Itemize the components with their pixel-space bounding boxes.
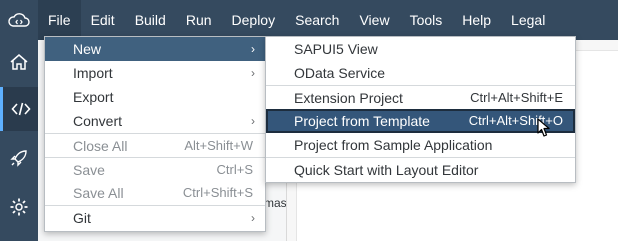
new-quick-start-label: Quick Start with Layout Editor xyxy=(294,162,479,178)
menu-legal[interactable]: Legal xyxy=(501,0,555,40)
new-sapui5-view[interactable]: SAPUI5 View xyxy=(266,37,575,61)
workspace-item-label: mas xyxy=(264,196,287,210)
file-menu-close-all[interactable]: Close All Alt+Shift+W xyxy=(45,133,265,157)
chevron-right-icon: › xyxy=(251,211,255,225)
new-project-from-sample[interactable]: Project from Sample Application xyxy=(266,133,575,157)
chevron-right-icon: › xyxy=(251,42,255,56)
new-project-from-template[interactable]: Project from Template Ctrl+Alt+Shift+O xyxy=(266,109,575,133)
file-menu-export[interactable]: Export xyxy=(45,85,265,109)
file-menu-save-label: Save xyxy=(73,162,105,178)
chevron-right-icon: › xyxy=(251,114,255,128)
file-menu-export-label: Export xyxy=(73,89,114,105)
new-project-from-template-label: Project from Template xyxy=(294,113,430,129)
menu-view[interactable]: View xyxy=(349,0,399,40)
gear-icon xyxy=(10,198,28,216)
menu-deploy[interactable]: Deploy xyxy=(222,0,286,40)
new-project-from-sample-label: Project from Sample Application xyxy=(294,137,493,153)
sidebar-development[interactable] xyxy=(0,87,38,131)
new-odata-service-label: OData Service xyxy=(294,65,386,81)
new-extension-project[interactable]: Extension Project Ctrl+Alt+Shift+E xyxy=(266,85,575,109)
menu-help[interactable]: Help xyxy=(452,0,501,40)
new-submenu: SAPUI5 View OData Service Extension Proj… xyxy=(265,36,576,183)
file-menu-import-label: Import xyxy=(73,65,113,81)
code-icon xyxy=(10,102,31,116)
sidebar-deploy[interactable] xyxy=(0,136,38,180)
cloud-code-icon[interactable] xyxy=(0,0,38,40)
sidebar-settings[interactable] xyxy=(0,185,38,229)
file-menu-close-all-label: Close All xyxy=(73,138,128,154)
new-quick-start-layout-editor[interactable]: Quick Start with Layout Editor xyxy=(266,157,575,181)
file-menu-convert[interactable]: Convert › xyxy=(45,109,265,133)
file-menu-git-label: Git xyxy=(73,210,91,226)
file-menu-save[interactable]: Save Ctrl+S xyxy=(45,157,265,181)
menu-tools[interactable]: Tools xyxy=(400,0,453,40)
new-odata-service[interactable]: OData Service xyxy=(266,61,575,85)
file-menu-save-all-label: Save All xyxy=(73,185,124,201)
file-menu-convert-label: Convert xyxy=(73,113,123,129)
file-menu-new-label: New xyxy=(73,41,102,57)
home-icon xyxy=(10,54,28,70)
save-shortcut: Ctrl+S xyxy=(216,162,253,177)
menu-run[interactable]: Run xyxy=(176,0,222,40)
chevron-right-icon: › xyxy=(251,66,255,80)
save-all-shortcut: Ctrl+Shift+S xyxy=(182,185,253,200)
sidebar xyxy=(0,40,38,241)
file-menu-import[interactable]: Import › xyxy=(45,61,265,85)
sidebar-home[interactable] xyxy=(0,40,38,84)
menu-file[interactable]: File xyxy=(38,0,81,40)
rocket-icon xyxy=(10,150,27,167)
file-menu: New › Import › Export Convert › Close Al… xyxy=(44,36,266,232)
mouse-pointer-icon xyxy=(537,118,550,137)
close-all-shortcut: Alt+Shift+W xyxy=(184,138,253,153)
file-menu-git[interactable]: Git › xyxy=(45,205,265,229)
new-extension-project-label: Extension Project xyxy=(294,90,403,106)
file-menu-save-all[interactable]: Save All Ctrl+Shift+S xyxy=(45,181,265,205)
extension-project-shortcut: Ctrl+Alt+Shift+E xyxy=(470,90,563,105)
new-sapui5-view-label: SAPUI5 View xyxy=(294,41,378,57)
menu-search[interactable]: Search xyxy=(285,0,349,40)
menu-build[interactable]: Build xyxy=(125,0,176,40)
menubar: File Edit Build Run Deploy Search View T… xyxy=(0,0,618,40)
file-menu-new[interactable]: New › xyxy=(45,37,265,61)
menu-edit[interactable]: Edit xyxy=(81,0,125,40)
